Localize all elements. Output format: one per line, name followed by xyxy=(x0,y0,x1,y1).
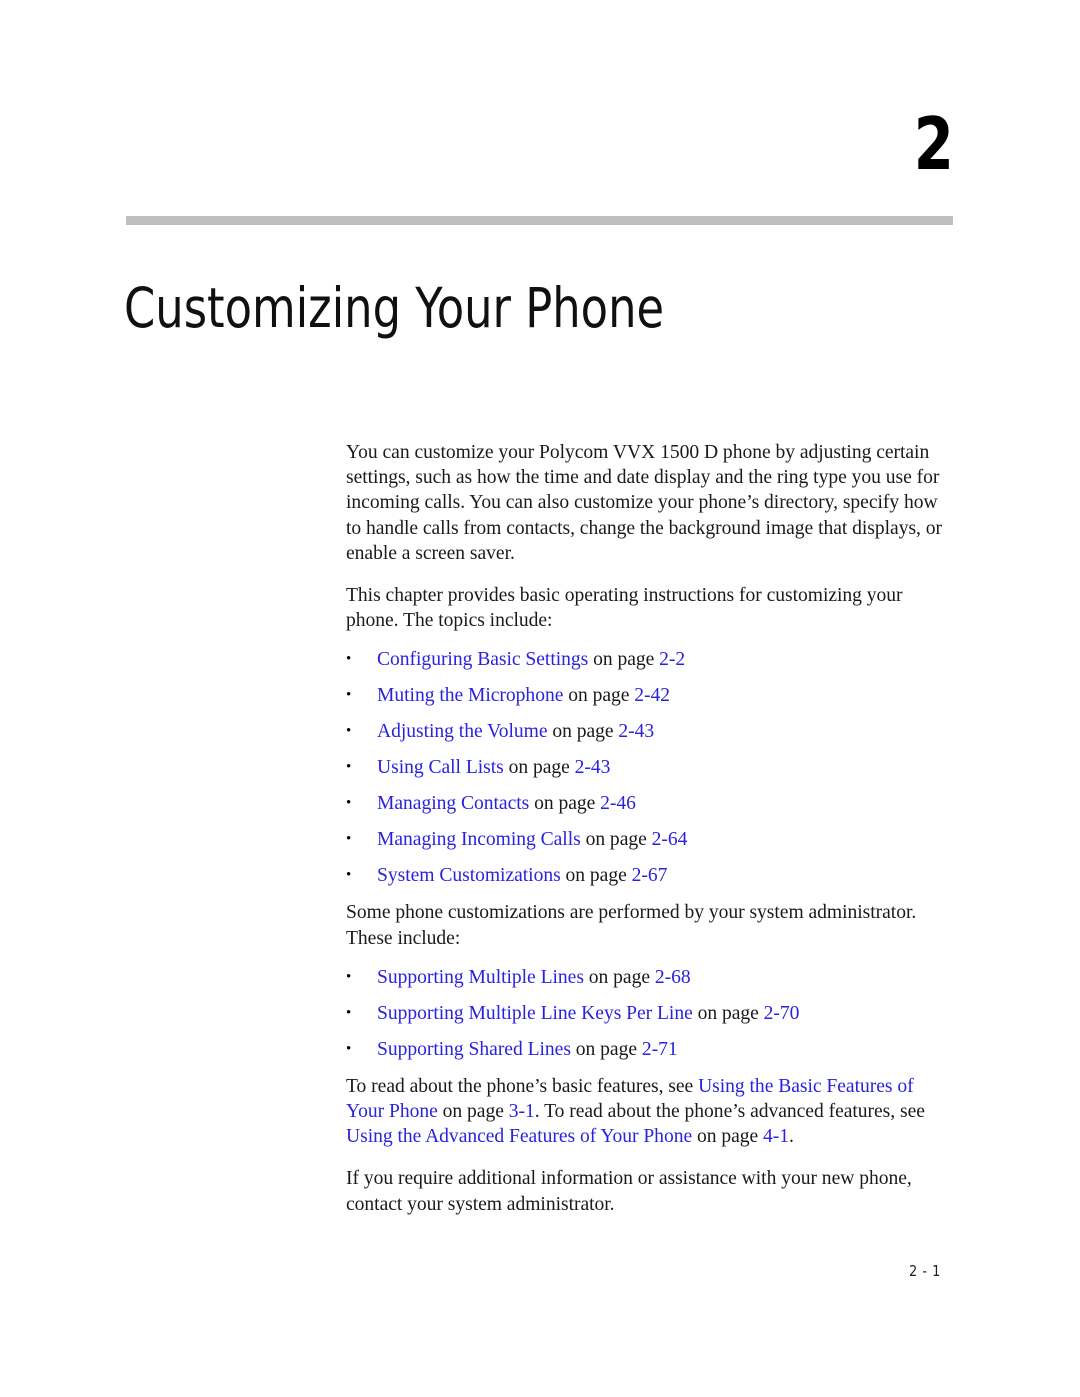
admin-intro-paragraph: Some phone customizations are performed … xyxy=(346,902,917,949)
cross-ref-text-5: . xyxy=(789,1126,794,1148)
topic-link[interactable]: Managing Incoming Calls xyxy=(377,829,581,850)
footer-page-number: 2 - 1 xyxy=(909,1262,941,1280)
cross-ref-link-advanced-features[interactable]: Using the Advanced Features of Your Phon… xyxy=(346,1126,692,1147)
cross-ref-page-1[interactable]: 3-1 xyxy=(509,1101,535,1122)
topic-connector: on page xyxy=(697,1002,759,1024)
topic-connector: on page xyxy=(575,1038,637,1060)
topic-page[interactable]: 2-46 xyxy=(600,793,636,814)
topic-page[interactable]: 2-71 xyxy=(642,1039,678,1060)
topic-connector: on page xyxy=(568,685,630,707)
topic-page[interactable]: 2-68 xyxy=(655,967,691,988)
list-item[interactable]: Managing Contacts on page 2-46 xyxy=(346,791,954,816)
list-item[interactable]: Supporting Multiple Lines on page 2-68 xyxy=(346,965,954,990)
topic-link[interactable]: Managing Contacts xyxy=(377,793,529,814)
cross-ref-text-2: on page xyxy=(437,1101,509,1123)
cross-reference-paragraph: To read about the phone’s basic features… xyxy=(346,1074,954,1150)
list-item[interactable]: System Customizations on page 2-67 xyxy=(346,863,954,888)
closing-paragraph: If you require additional information or… xyxy=(346,1168,912,1215)
topic-link[interactable]: Supporting Shared Lines xyxy=(377,1039,571,1060)
list-item[interactable]: Managing Incoming Calls on page 2-64 xyxy=(346,827,954,852)
topic-connector: on page xyxy=(552,721,614,743)
topic-page[interactable]: 2-2 xyxy=(659,649,685,670)
list-item[interactable]: Muting the Microphone on page 2-42 xyxy=(346,683,954,708)
chapter-number: 2 xyxy=(913,102,954,186)
topic-connector: on page xyxy=(534,793,596,815)
list-item[interactable]: Supporting Shared Lines on page 2-71 xyxy=(346,1037,954,1062)
topic-page[interactable]: 2-43 xyxy=(575,757,611,778)
topic-page[interactable]: 2-43 xyxy=(618,721,654,742)
topic-page[interactable]: 2-67 xyxy=(632,865,668,886)
cross-ref-text-4: on page xyxy=(692,1126,764,1148)
document-page: 2 Customizing Your Phone You can customi… xyxy=(0,0,1080,1397)
list-item[interactable]: Supporting Multiple Line Keys Per Line o… xyxy=(346,1001,954,1026)
page-title: Customizing Your Phone xyxy=(124,275,665,340)
cross-ref-page-2[interactable]: 4-1 xyxy=(763,1126,789,1147)
topic-connector: on page xyxy=(565,865,627,887)
body-content: You can customize your Polycom VVX 1500 … xyxy=(346,440,954,1234)
topic-page[interactable]: 2-42 xyxy=(634,685,670,706)
topic-connector: on page xyxy=(588,966,650,988)
topic-link[interactable]: Configuring Basic Settings xyxy=(377,649,588,670)
topic-connector: on page xyxy=(593,649,655,671)
topic-connector: on page xyxy=(508,757,570,779)
cross-ref-text-1: To read about the phone’s basic features… xyxy=(346,1075,699,1097)
admin-topics-list: Supporting Multiple Lines on page 2-68 S… xyxy=(346,965,954,1062)
intro-paragraph-1: You can customize your Polycom VVX 1500 … xyxy=(346,442,943,564)
header-rule xyxy=(126,216,953,225)
topic-link[interactable]: Using Call Lists xyxy=(377,757,504,778)
topic-page[interactable]: 2-64 xyxy=(652,829,688,850)
cross-ref-text-3: . To read about the phone’s advanced fea… xyxy=(534,1101,925,1123)
intro-paragraph-2: This chapter provides basic operating in… xyxy=(346,585,903,632)
topics-list: Configuring Basic Settings on page 2-2 M… xyxy=(346,647,954,888)
list-item[interactable]: Using Call Lists on page 2-43 xyxy=(346,755,954,780)
topic-link[interactable]: Adjusting the Volume xyxy=(377,721,548,742)
topic-link[interactable]: Supporting Multiple Line Keys Per Line xyxy=(377,1003,693,1024)
list-item[interactable]: Adjusting the Volume on page 2-43 xyxy=(346,719,954,744)
topic-page[interactable]: 2-70 xyxy=(764,1003,800,1024)
topic-link[interactable]: System Customizations xyxy=(377,865,561,886)
topic-connector: on page xyxy=(585,829,647,851)
topic-link[interactable]: Supporting Multiple Lines xyxy=(377,967,584,988)
list-item[interactable]: Configuring Basic Settings on page 2-2 xyxy=(346,647,954,672)
topic-link[interactable]: Muting the Microphone xyxy=(377,685,563,706)
